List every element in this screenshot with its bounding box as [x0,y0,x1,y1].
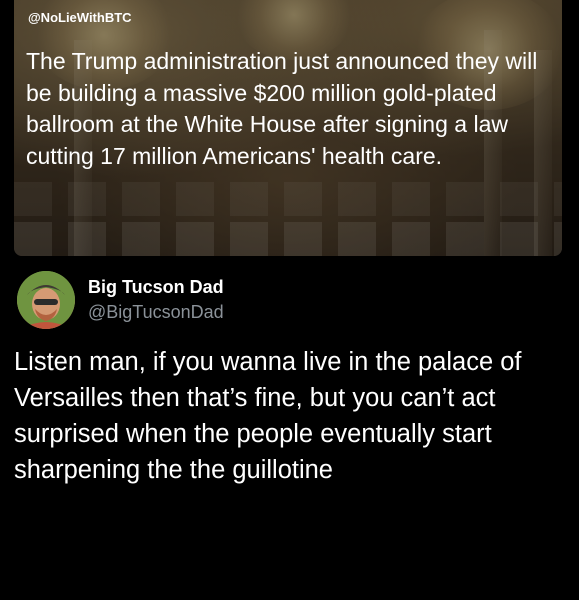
image-caption: The Trump administration just announced … [26,48,538,169]
tweet-screenshot: @NoLieWithBTC The Trump administration j… [0,0,579,600]
embedded-image-card[interactable]: @NoLieWithBTC The Trump administration j… [14,0,562,256]
avatar[interactable] [17,271,75,329]
user-handle[interactable]: @BigTucsonDad [88,302,224,323]
source-handle: @NoLieWithBTC [28,10,132,25]
avatar-photo-icon [17,271,75,329]
display-name[interactable]: Big Tucson Dad [88,277,224,298]
tweet-text: Listen man, if you wanna live in the pal… [14,348,522,484]
